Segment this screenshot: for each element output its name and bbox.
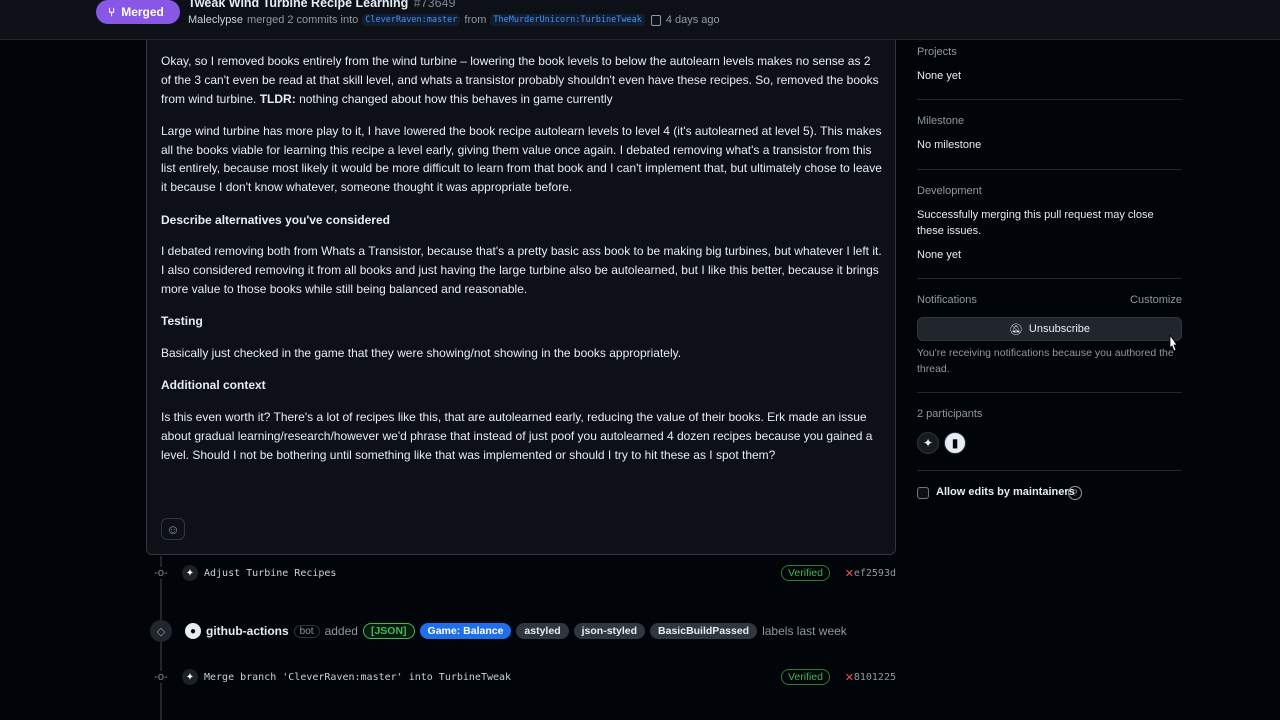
verified-badge[interactable]: Verified	[780, 669, 830, 685]
label-badge[interactable]: json-styled	[573, 623, 646, 639]
participant-avatar[interactable]: ▮	[944, 432, 966, 454]
pr-description-comment: Okay, so I removed books entirely from t…	[146, 40, 896, 555]
notifications-heading: Notifications	[917, 294, 977, 306]
commit-sha-link[interactable]: 8101225	[854, 672, 896, 683]
comment-paragraph: I debated removing both from Whats a Tra…	[161, 244, 882, 296]
projects-heading[interactable]: Projects	[917, 46, 957, 58]
question-icon[interactable]: ?	[1068, 486, 1082, 500]
milestone-heading[interactable]: Milestone	[917, 115, 964, 127]
verified-badge[interactable]: Verified	[780, 565, 830, 581]
notifications-note: You're receiving notifications because y…	[917, 347, 1174, 375]
check-failed-icon[interactable]: ✕	[845, 567, 854, 580]
comment-body: Okay, so I removed books entirely from t…	[161, 52, 883, 478]
unsubscribe-button[interactable]: 🔕︎ Unsubscribe	[917, 317, 1182, 341]
allow-edits-checkbox[interactable]	[917, 487, 929, 499]
sticky-header: ⑂ Merged Tweak Wind Turbine Recipe Learn…	[0, 0, 1280, 40]
mouse-cursor-icon	[1169, 334, 1178, 352]
merge-icon: ⑂	[108, 5, 116, 19]
merged-status-badge: ⑂ Merged	[96, 0, 180, 24]
merged-text: merged 2 commits into	[247, 14, 359, 26]
pr-author-link[interactable]: Maleclypse	[188, 14, 243, 26]
milestone-value: No milestone	[917, 139, 982, 151]
commit-message-link[interactable]: Adjust Turbine Recipes	[204, 568, 336, 579]
timeline-label-event: ◇ ● github-actions bot added [JSON] Game:…	[150, 619, 847, 643]
sidebar-milestone: Milestone No milestone	[917, 100, 1182, 170]
timeline-commit: -o- ✦ Adjust Turbine Recipes Verified ✕ …	[150, 561, 900, 585]
added-text: added	[324, 624, 358, 638]
development-value: None yet	[917, 249, 962, 261]
participants-heading: 2 participants	[917, 408, 983, 420]
smiley-icon: ☺	[166, 521, 180, 537]
add-reaction-button[interactable]: ☺	[161, 518, 185, 540]
copy-icon[interactable]	[650, 14, 661, 26]
commit-icon: -o-	[150, 671, 172, 683]
sidebar-development: Development Successfully merging this pu…	[917, 170, 1182, 279]
merged-time: 4 days ago	[665, 14, 720, 26]
allow-edits-label[interactable]: Allow edits by maintainers	[936, 486, 1075, 498]
development-note: Successfully merging this pull request m…	[917, 209, 1154, 237]
from-text: from	[464, 14, 487, 26]
label-list: [JSON] Game: Balance astyled json-styled Bas…	[362, 623, 758, 639]
comment-paragraph: Is this even worth it? There's a lot of …	[161, 410, 873, 462]
commit-message-link[interactable]: Merge branch 'CleverRaven:master' into T…	[204, 672, 511, 683]
bell-slash-icon: 🔕︎	[1008, 323, 1023, 336]
avatar[interactable]: ✦	[182, 565, 198, 581]
avatar[interactable]: ✦	[182, 669, 198, 685]
commit-sha-link[interactable]: ef2593d	[854, 568, 896, 579]
label-badge[interactable]: BasicBuildPassed	[650, 623, 758, 639]
base-branch[interactable]: CleverRaven:master	[362, 14, 461, 26]
customize-link[interactable]: Customize	[1130, 294, 1182, 306]
section-heading-context: Additional context	[161, 378, 266, 393]
pr-title[interactable]: Tweak Wind Turbine Recipe Learning #7364…	[188, 0, 456, 10]
label-badge[interactable]: [JSON]	[362, 623, 415, 639]
development-heading[interactable]: Development	[917, 185, 982, 197]
labels-suffix: labels last week	[762, 624, 847, 638]
pr-number: #73649	[413, 0, 456, 10]
comment-paragraph: Large wind turbine has more play to it, …	[161, 123, 882, 195]
status-label: Merged	[121, 5, 164, 19]
head-branch[interactable]: TheMurderUnicorn:TurbineTweak	[490, 14, 645, 26]
label-badge[interactable]: astyled	[516, 623, 569, 639]
section-heading-testing: Testing	[161, 314, 203, 329]
pr-subtitle: Maleclypse merged 2 commits into CleverR…	[188, 14, 720, 26]
comment-paragraph: Basically just checked in the game that …	[161, 346, 682, 361]
projects-value: None yet	[917, 70, 962, 82]
github-logo-icon: ●	[185, 623, 201, 639]
check-failed-icon[interactable]: ✕	[845, 671, 854, 684]
sidebar-projects: Projects None yet	[917, 40, 1182, 100]
tag-icon: ◇	[150, 620, 172, 642]
actor-link[interactable]: github-actions	[206, 624, 289, 638]
label-badge[interactable]: Game: Balance	[419, 623, 512, 639]
comment-paragraph: Okay, so I removed books entirely from t…	[161, 54, 879, 106]
participant-avatar[interactable]: ✦	[917, 432, 939, 454]
timeline-commit: -o- ✦ Merge branch 'CleverRaven:master' …	[150, 665, 900, 689]
section-heading-alternatives: Describe alternatives you've considered	[161, 212, 390, 227]
commit-icon: -o-	[150, 567, 172, 579]
bot-badge: bot	[293, 624, 320, 638]
